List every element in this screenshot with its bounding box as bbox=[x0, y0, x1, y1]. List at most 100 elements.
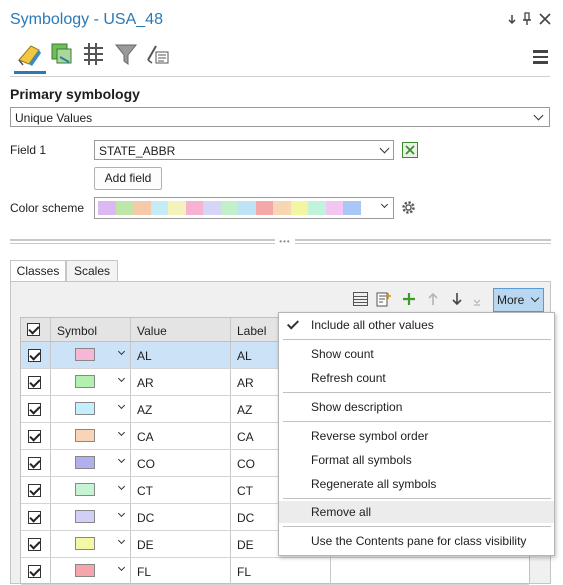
color-scheme-swatch bbox=[150, 201, 168, 215]
row-visibility-checkbox[interactable] bbox=[28, 484, 41, 497]
row-visibility-checkbox[interactable] bbox=[28, 565, 41, 578]
color-scheme-swatch bbox=[185, 201, 203, 215]
value-column-label: Value bbox=[137, 324, 167, 338]
label-cell[interactable]: CO bbox=[237, 457, 255, 471]
hamburger-icon[interactable] bbox=[533, 50, 548, 64]
label-cell[interactable]: CT bbox=[237, 484, 253, 498]
menu-item-refresh-count[interactable]: Refresh count bbox=[279, 367, 554, 389]
value-cell[interactable]: AR bbox=[137, 376, 154, 390]
value-cell[interactable]: CT bbox=[137, 484, 153, 498]
symbol-swatch[interactable] bbox=[75, 537, 95, 550]
symbol-swatch[interactable] bbox=[75, 402, 95, 415]
symbol-swatch[interactable] bbox=[75, 348, 95, 361]
add-field-button[interactable]: Add field bbox=[94, 167, 162, 190]
checkmark-icon bbox=[286, 317, 300, 330]
select-all-header bbox=[21, 318, 51, 341]
select-all-checkbox[interactable] bbox=[27, 323, 40, 336]
symbol-swatch[interactable] bbox=[75, 483, 95, 496]
label-cell[interactable]: AL bbox=[237, 349, 252, 363]
row-visibility-checkbox[interactable] bbox=[28, 430, 41, 443]
value-cell[interactable]: DE bbox=[137, 538, 154, 552]
more-menu: Include all other values Show count Refr… bbox=[278, 312, 555, 556]
color-scheme-label: Color scheme bbox=[10, 201, 85, 215]
label-cell[interactable]: AZ bbox=[237, 403, 252, 417]
row-visibility-checkbox[interactable] bbox=[28, 538, 41, 551]
menu-item-regenerate-all-symbols[interactable]: Regenerate all symbols bbox=[279, 473, 554, 495]
sql-expression-icon[interactable] bbox=[402, 142, 418, 158]
symbol-swatch[interactable] bbox=[75, 564, 95, 577]
row-visibility-checkbox[interactable] bbox=[28, 403, 41, 416]
label-cell[interactable]: AR bbox=[237, 376, 254, 390]
value-cell[interactable]: DC bbox=[137, 511, 154, 525]
row-visibility-checkbox[interactable] bbox=[28, 349, 41, 362]
symbology-toolbar bbox=[0, 40, 563, 76]
value-column-header[interactable]: Value bbox=[131, 318, 231, 341]
chevron-down-icon bbox=[533, 110, 544, 121]
filter-icon[interactable] bbox=[113, 40, 139, 70]
move-up-icon[interactable] bbox=[427, 292, 439, 306]
table-options-icon[interactable] bbox=[353, 292, 368, 306]
symbology-method-value: Unique Values bbox=[15, 111, 93, 125]
symbol-swatch[interactable] bbox=[75, 375, 95, 388]
toolbar-divider bbox=[10, 76, 550, 77]
menu-item-label: Include all other values bbox=[311, 318, 434, 332]
row-visibility-checkbox[interactable] bbox=[28, 376, 41, 389]
pane-splitter[interactable]: ••• bbox=[10, 237, 551, 246]
move-down-icon[interactable] bbox=[451, 292, 463, 306]
close-icon[interactable] bbox=[539, 13, 551, 29]
vary-symbology-icon[interactable] bbox=[49, 40, 75, 70]
menu-item-include-all-other-values[interactable]: Include all other values bbox=[279, 314, 554, 336]
row-visibility-checkbox[interactable] bbox=[28, 511, 41, 524]
color-scheme-select[interactable] bbox=[94, 197, 394, 219]
label-classes-icon[interactable] bbox=[145, 40, 171, 70]
window-title: Symbology - USA_48 bbox=[10, 11, 163, 28]
field1-select[interactable]: STATE_ABBR bbox=[94, 140, 394, 160]
move-bottom-icon[interactable] bbox=[473, 296, 481, 310]
active-toolbar-indicator bbox=[14, 71, 46, 74]
add-values-icon[interactable] bbox=[376, 292, 392, 307]
splitter-grip-icon: ••• bbox=[275, 238, 295, 246]
primary-symbology-title: Primary symbology bbox=[10, 86, 140, 102]
color-scheme-swatch bbox=[325, 201, 343, 215]
symbol-swatch[interactable] bbox=[75, 456, 95, 469]
symbol-column-header[interactable]: Symbol bbox=[51, 318, 131, 341]
menu-item-contents-pane-visibility[interactable]: Use the Contents pane for class visibili… bbox=[279, 530, 554, 552]
color-scheme-swatch bbox=[238, 201, 256, 215]
label-cell[interactable]: DC bbox=[237, 511, 254, 525]
menu-separator bbox=[283, 526, 551, 527]
options-chevron-icon[interactable] bbox=[507, 12, 517, 30]
symbol-swatch[interactable] bbox=[75, 429, 95, 442]
add-class-icon[interactable] bbox=[402, 292, 416, 306]
value-cell[interactable]: FL bbox=[137, 565, 151, 579]
menu-item-show-count[interactable]: Show count bbox=[279, 343, 554, 365]
menu-separator bbox=[283, 498, 551, 499]
color-scheme-swatch bbox=[343, 201, 361, 215]
menu-item-remove-all[interactable]: Remove all bbox=[279, 501, 554, 523]
value-cell[interactable]: CA bbox=[137, 430, 154, 444]
symbol-swatch[interactable] bbox=[75, 510, 95, 523]
row-visibility-checkbox[interactable] bbox=[28, 457, 41, 470]
color-scheme-swatch bbox=[203, 201, 221, 215]
value-cell[interactable]: AZ bbox=[137, 403, 152, 417]
label-cell[interactable]: FL bbox=[237, 565, 251, 579]
menu-item-format-all-symbols[interactable]: Format all symbols bbox=[279, 449, 554, 471]
menu-item-reverse-symbol-order[interactable]: Reverse symbol order bbox=[279, 425, 554, 447]
symbology-method-select[interactable]: Unique Values bbox=[10, 107, 550, 127]
value-cell[interactable]: AL bbox=[137, 349, 152, 363]
pin-icon[interactable] bbox=[522, 12, 532, 30]
color-scheme-swatch bbox=[220, 201, 238, 215]
menu-separator bbox=[283, 339, 551, 340]
gear-icon[interactable] bbox=[400, 199, 417, 216]
tab-classes[interactable]: Classes bbox=[10, 260, 66, 283]
tab-scales[interactable]: Scales bbox=[66, 260, 118, 282]
field1-value: STATE_ABBR bbox=[99, 144, 176, 158]
primary-symbology-icon[interactable] bbox=[17, 40, 43, 70]
label-cell[interactable]: CA bbox=[237, 430, 254, 444]
table-row[interactable]: FL FL bbox=[21, 558, 529, 585]
symbol-layers-icon[interactable] bbox=[81, 40, 107, 70]
color-scheme-swatch bbox=[133, 201, 151, 215]
value-cell[interactable]: CO bbox=[137, 457, 155, 471]
menu-item-show-description[interactable]: Show description bbox=[279, 396, 554, 418]
label-cell[interactable]: DE bbox=[237, 538, 254, 552]
more-button[interactable]: More bbox=[493, 288, 544, 312]
